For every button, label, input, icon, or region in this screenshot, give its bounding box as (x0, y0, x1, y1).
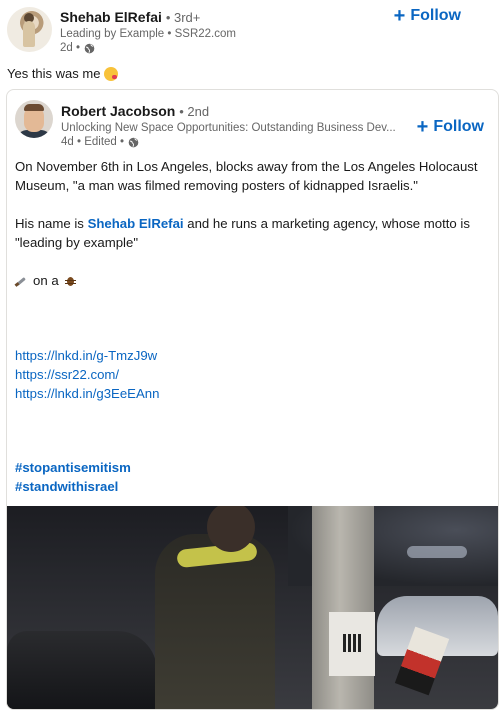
link[interactable]: https://lnkd.in/g-TmzJ9w (15, 346, 485, 365)
post-video-thumbnail[interactable] (7, 506, 498, 709)
author-avatar[interactable] (7, 7, 52, 52)
shared-post-emoji-line: on a (15, 271, 485, 290)
shared-post-paragraph-2: His name is Shehab ElRefai and he runs a… (15, 216, 470, 250)
plus-icon: + (393, 5, 406, 27)
mention-link[interactable]: Shehab ElRefai (88, 216, 184, 231)
follow-label: Follow (410, 7, 461, 24)
shared-post-card[interactable]: Robert Jacobson • 2nd Unlocking New Spac… (6, 89, 499, 710)
emoji-line-text: on a (33, 273, 59, 288)
shared-follow-label: Follow (433, 118, 484, 135)
kissing-face-emoji-icon (104, 66, 119, 81)
shared-connection-degree: • 2nd (179, 104, 210, 119)
hashtag-link[interactable]: #standwithisrael (15, 477, 485, 496)
globe-icon (128, 137, 139, 147)
author-name[interactable]: Shehab ElRefai (60, 9, 162, 25)
knife-emoji-icon (15, 275, 27, 287)
shared-post-hashtags: #stopantisemitism #standwithisrael (15, 458, 485, 496)
shared-author-name[interactable]: Robert Jacobson (61, 103, 175, 119)
globe-icon (84, 43, 95, 53)
link[interactable]: https://ssr22.com/ (15, 365, 485, 384)
shared-post-links: https://lnkd.in/g-TmzJ9w https://ssr22.c… (15, 346, 485, 403)
shared-author-avatar[interactable] (15, 100, 53, 138)
plus-icon: + (416, 116, 429, 138)
post-time: 2d • (60, 42, 81, 54)
shared-post-time: 4d • Edited • (61, 136, 125, 148)
post-commentary-text: Yes this was me (7, 66, 101, 81)
author-name-row: Shehab ElRefai • 3rd+ (60, 9, 200, 25)
shared-author-headline: Unlocking New Space Opportunities: Outst… (61, 122, 396, 134)
shared-post-meta: 4d • Edited • (61, 136, 139, 148)
follow-button[interactable]: + Follow (393, 5, 461, 27)
link[interactable]: https://lnkd.in/g3EeEAnn (15, 384, 485, 403)
post-commentary: Yes this was me (7, 66, 119, 81)
shared-author-name-row: Robert Jacobson • 2nd (61, 103, 209, 119)
hashtag-link[interactable]: #stopantisemitism (15, 458, 485, 477)
outer-post-header: Shehab ElRefai • 3rd+ Leading by Example… (0, 0, 503, 60)
post-meta: 2d • (60, 42, 95, 54)
author-headline: Leading by Example • SSR22.com (60, 28, 236, 40)
cockroach-emoji-icon (64, 275, 76, 287)
connection-degree: • 3rd+ (165, 10, 201, 25)
shared-follow-button[interactable]: + Follow (416, 116, 484, 138)
shared-post-paragraph-1: On November 6th in Los Angeles, blocks a… (15, 159, 478, 193)
